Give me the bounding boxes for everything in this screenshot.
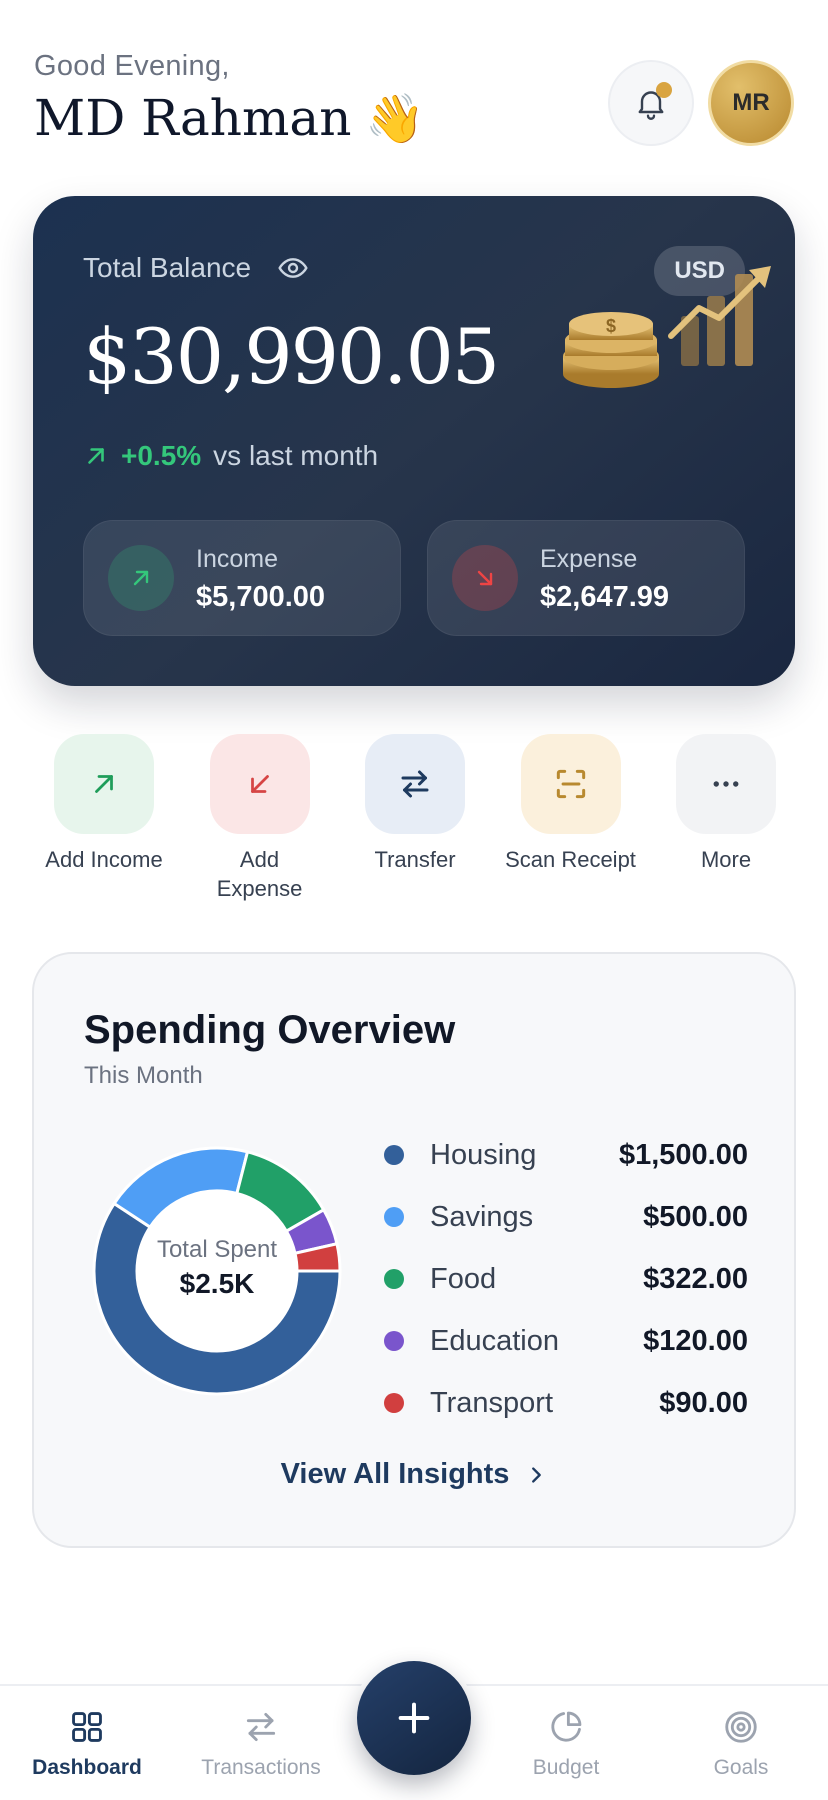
scan-receipt-icon-wrap [520, 734, 621, 834]
expense-label: Expense [540, 545, 638, 573]
notification-dot [656, 82, 672, 98]
expense-icon-wrap [452, 545, 518, 611]
trend-up-icon [88, 448, 104, 464]
legend-category-name: Food [430, 1262, 497, 1295]
add-income-button[interactable]: Add Income [30, 734, 178, 904]
nav-dashboard[interactable]: Dashboard [7, 1708, 167, 1780]
legend-category-amount: $1,500.00 [618, 1138, 748, 1171]
legend-category-name: Education [430, 1324, 559, 1357]
avatar[interactable]: MR [708, 60, 794, 146]
spending-title: Spending Overview [84, 1008, 456, 1052]
donut-center: Total Spent $2.5K [92, 1236, 342, 1300]
income-value: $5,700.00 [196, 581, 326, 613]
arrow-up-right-icon [133, 570, 149, 586]
more-button[interactable]: More [652, 734, 800, 904]
change-percent: +0.5% [121, 440, 202, 471]
more-dots-icon [713, 781, 739, 787]
income-icon-wrap [108, 545, 174, 611]
add-transaction-fab[interactable] [352, 1656, 476, 1780]
spending-overview-card: Spending Overview This Month Total Spent… [32, 952, 796, 1548]
transfer-button[interactable]: Transfer [341, 734, 489, 904]
spending-legend: Housing $1,500.00 Savings $500.00 Food $322.0… [384, 1124, 748, 1434]
change-text: vs last month [213, 440, 379, 471]
nav-transactions-label: Transactions [201, 1756, 321, 1779]
balance-amount: $30,990.05 [83, 312, 500, 401]
legend-dot [384, 1207, 404, 1227]
legend-dot [384, 1269, 404, 1289]
add-expense-icon-wrap [209, 734, 310, 834]
target-icon [725, 1711, 757, 1743]
header: Good Evening, MD Rahman 👋 MR [34, 50, 794, 160]
swap-arrows-icon [401, 770, 429, 798]
coins-growth-icon: $ [563, 266, 771, 388]
notification-button[interactable] [608, 60, 694, 146]
scan-receipt-button[interactable]: Scan Receipt [497, 734, 645, 904]
scan-receipt-label: Scan Receipt [505, 847, 636, 872]
add-income-label: Add Income [45, 847, 163, 872]
legend-row[interactable]: Housing $1,500.00 [384, 1124, 748, 1186]
grid-icon [72, 1712, 102, 1742]
legend-row[interactable]: Education $120.00 [384, 1310, 748, 1372]
scan-icon [556, 769, 585, 799]
nav-goals[interactable]: Goals [661, 1708, 821, 1780]
user-name-text: MD Rahman [34, 89, 352, 147]
transfer-label: Transfer [374, 847, 456, 872]
plus-icon [398, 1702, 430, 1734]
legend-row[interactable]: Food $322.00 [384, 1248, 748, 1310]
svg-text:$: $ [606, 316, 616, 336]
view-all-insights-text: View All Insights [280, 1458, 510, 1490]
add-income-icon-wrap [54, 734, 154, 834]
legend-category-amount: $500.00 [643, 1200, 748, 1233]
total-balance-label: Total Balance [83, 252, 309, 284]
wave-emoji-icon: 👋 [365, 90, 426, 147]
arrow-down-right-icon [477, 570, 493, 586]
view-all-insights-link[interactable]: View All Insights [34, 1458, 794, 1491]
fab-inner [357, 1661, 471, 1775]
total-balance-text: Total Balance [83, 252, 252, 283]
swap-arrows-icon [246, 1712, 276, 1742]
chevron-right-icon [532, 1466, 542, 1483]
add-expense-button[interactable]: Add Expense [186, 734, 334, 904]
spending-subtitle: This Month [84, 1062, 203, 1089]
legend-row[interactable]: Savings $500.00 [384, 1186, 748, 1248]
legend-row[interactable]: Transport $90.00 [384, 1372, 748, 1434]
expense-summary[interactable]: Expense $2,647.99 [427, 520, 745, 636]
legend-category-name: Transport [430, 1386, 554, 1419]
total-spent-label: Total Spent [156, 1236, 278, 1263]
quick-actions: Add Income Add Expense Transfer Scan Rec… [30, 734, 800, 904]
legend-category-name: Savings [430, 1200, 534, 1233]
nav-transactions[interactable]: Transactions [181, 1708, 341, 1780]
eye-icon[interactable] [277, 252, 309, 284]
pie-chart-icon [551, 1711, 582, 1742]
balance-change: +0.5% vs last month [83, 440, 378, 472]
legend-category-amount: $120.00 [643, 1324, 748, 1357]
arrow-down-left-icon [250, 775, 269, 793]
nav-budget[interactable]: Budget [486, 1708, 646, 1780]
legend-category-amount: $322.00 [643, 1262, 748, 1295]
add-expense-label: Add Expense [216, 847, 303, 901]
more-label: More [700, 847, 752, 872]
arrow-up-right-icon [95, 775, 113, 793]
expense-value: $2,647.99 [540, 581, 670, 613]
legend-category-amount: $90.00 [659, 1386, 748, 1419]
transfer-icon-wrap [365, 734, 465, 834]
legend-category-name: Housing [430, 1138, 537, 1171]
balance-card: Total Balance USD $ $30,990.05 +0.5% vs … [33, 196, 795, 686]
nav-dashboard-label: Dashboard [32, 1756, 142, 1779]
legend-dot [384, 1331, 404, 1351]
nav-goals-label: Goals [713, 1756, 769, 1779]
legend-dot [384, 1393, 404, 1413]
total-spent-value: $2.5K [179, 1268, 255, 1299]
income-label: Income [196, 545, 278, 573]
nav-budget-label: Budget [532, 1756, 600, 1779]
legend-dot [384, 1145, 404, 1165]
income-summary[interactable]: Income $5,700.00 [83, 520, 401, 636]
more-icon-wrap [676, 734, 776, 834]
